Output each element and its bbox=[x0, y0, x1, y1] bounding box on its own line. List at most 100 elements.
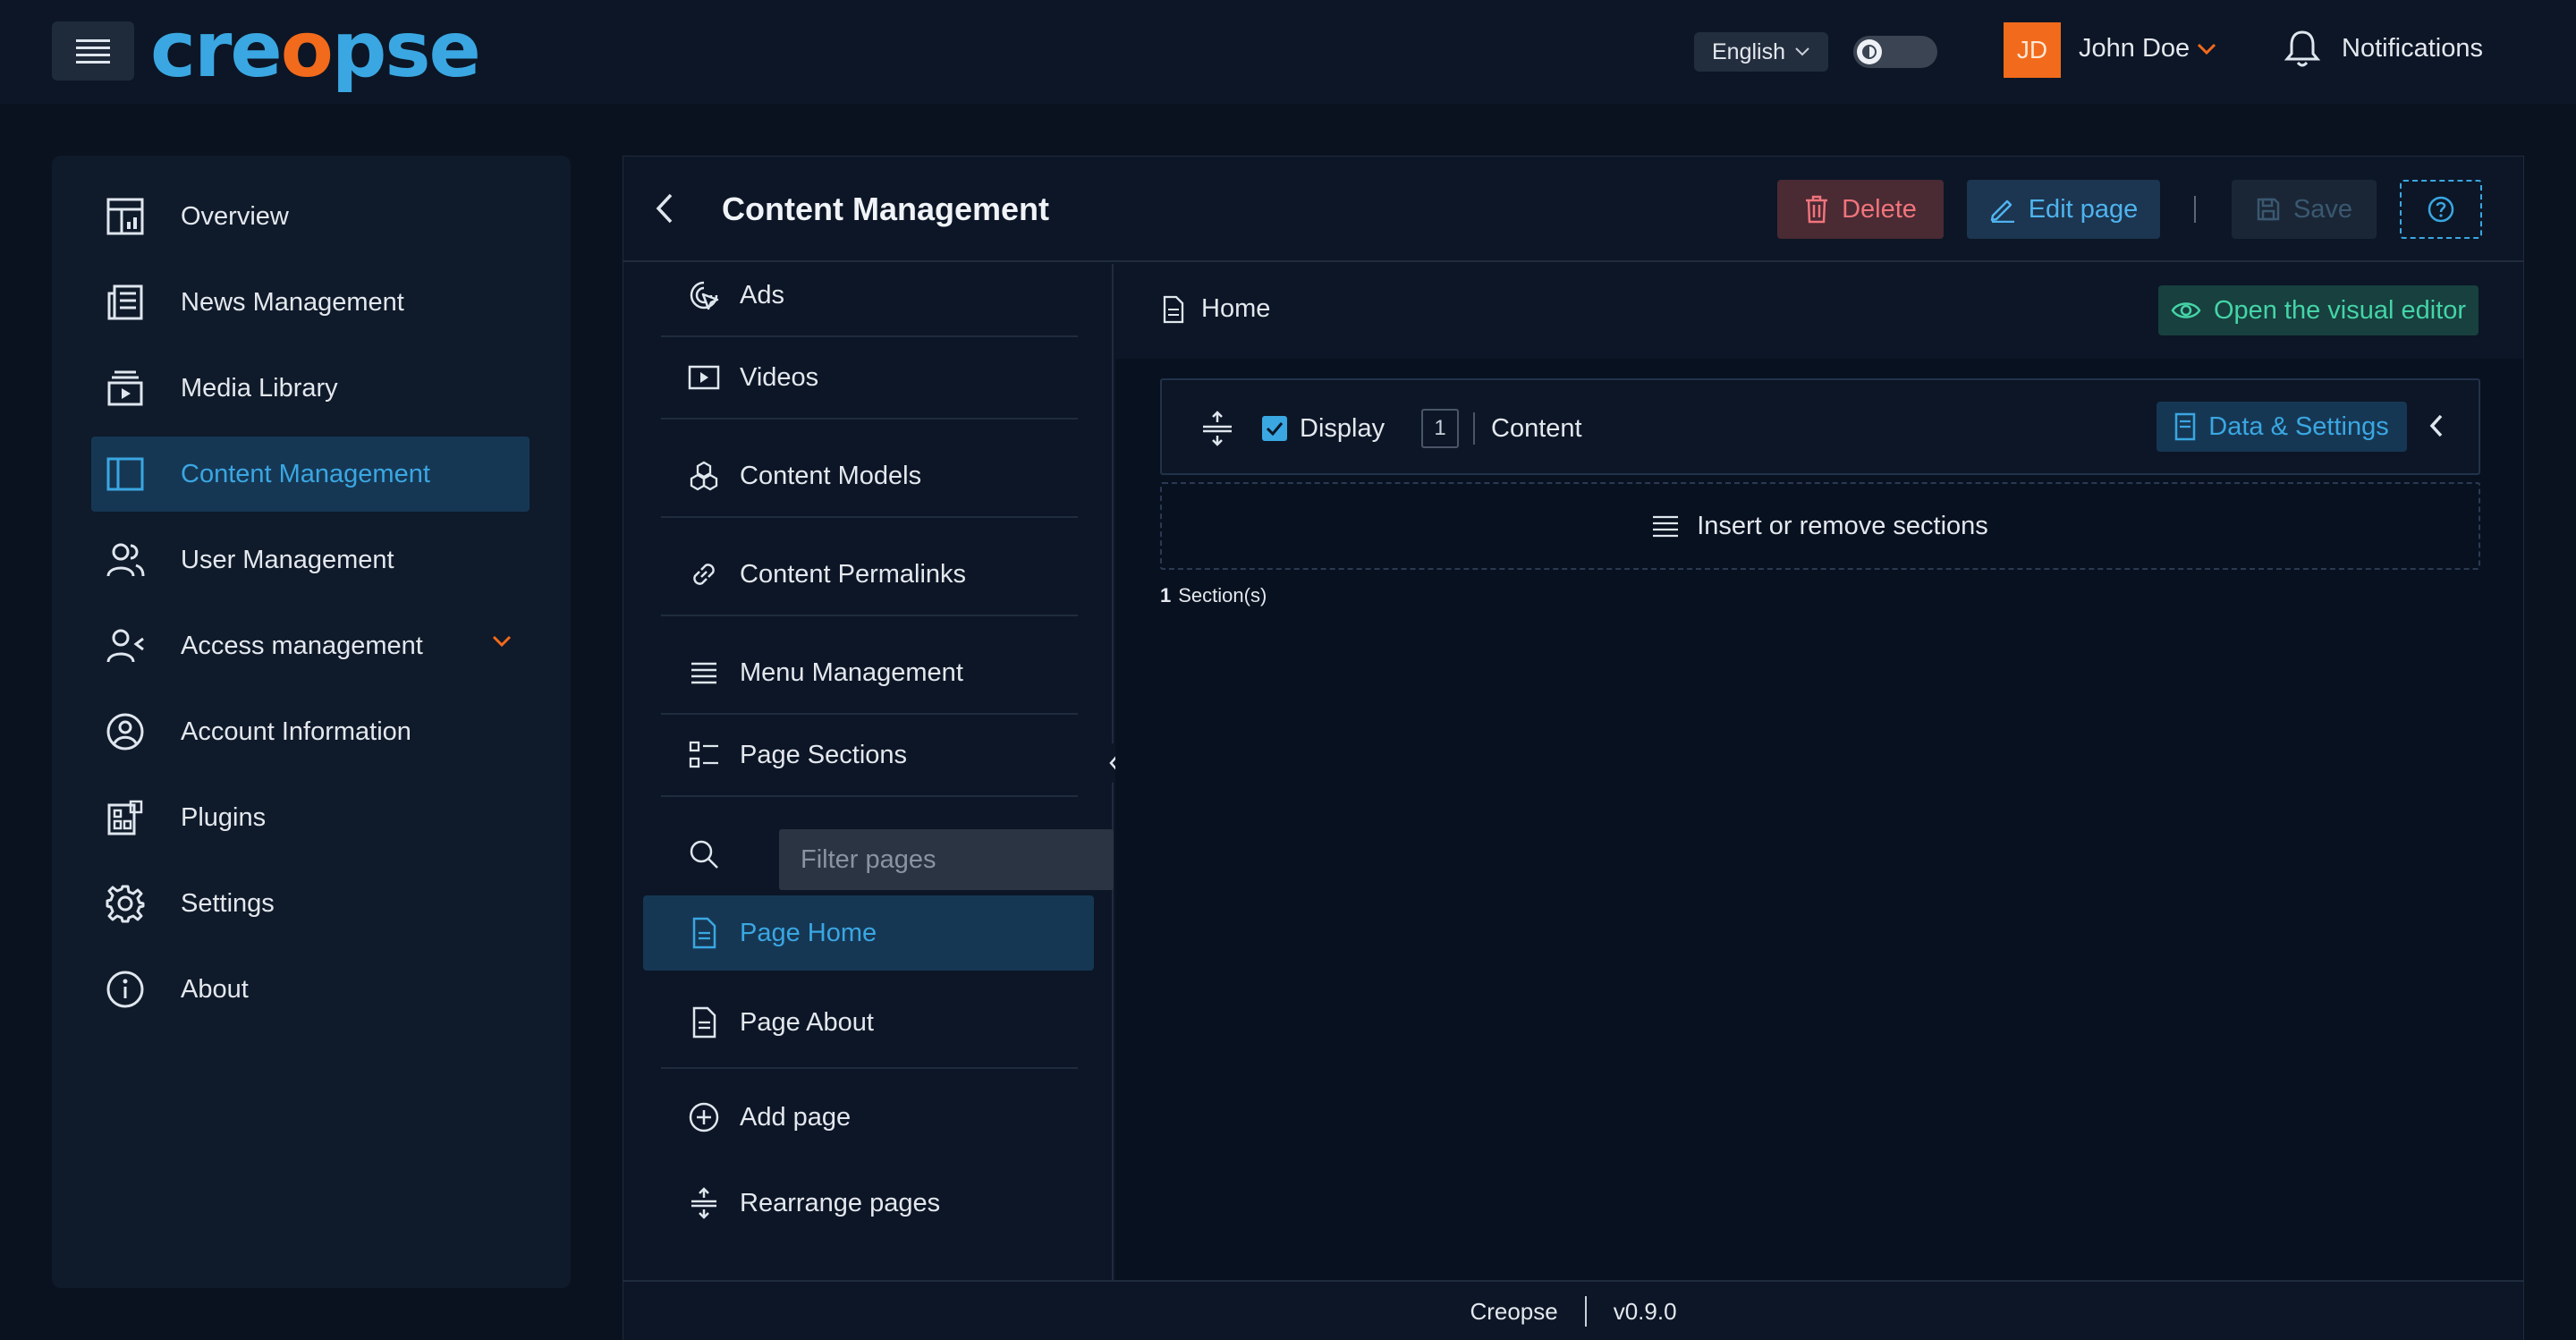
visual-editor-label: Open the visual editor bbox=[2213, 295, 2467, 325]
plus-circle-icon bbox=[686, 1099, 722, 1135]
section-count-suffix: Section(s) bbox=[1178, 584, 1267, 606]
sidebar-item-content[interactable]: Content Management bbox=[91, 437, 530, 512]
edit-page-button[interactable]: Edit page bbox=[1967, 180, 2160, 239]
sidebar-item-overview[interactable]: Overview bbox=[91, 179, 530, 254]
section-count-number: 1 bbox=[1160, 584, 1172, 606]
sidebar-item-about[interactable]: About bbox=[91, 952, 530, 1027]
section-count: 1 Section(s) bbox=[1160, 584, 1267, 607]
ads-icon bbox=[686, 277, 722, 313]
language-select[interactable]: English bbox=[1694, 32, 1828, 72]
drag-handle-icon[interactable] bbox=[1201, 411, 1233, 446]
subnav-item-content-models[interactable]: Content Models bbox=[661, 436, 1078, 518]
notifications-label: Notifications bbox=[2342, 33, 2483, 63]
filter-pages-row bbox=[661, 813, 1114, 895]
subnav-item-menu-management[interactable]: Menu Management bbox=[661, 632, 1078, 715]
page-item-about[interactable]: Page About bbox=[661, 978, 1078, 1069]
footer-divider bbox=[1584, 1296, 1587, 1327]
insert-label: Insert or remove sections bbox=[1697, 511, 1988, 540]
menu-lines-icon bbox=[1653, 515, 1679, 538]
avatar[interactable]: JD bbox=[2004, 22, 2061, 78]
sidebar-item-account[interactable]: Account Information bbox=[91, 694, 530, 769]
media-icon bbox=[104, 367, 147, 410]
plugins-icon bbox=[104, 796, 147, 839]
page-item-home[interactable]: Page Home bbox=[643, 895, 1094, 971]
data-settings-button[interactable]: Data & Settings bbox=[2157, 402, 2407, 452]
subnav-item-videos[interactable]: Videos bbox=[661, 337, 1078, 420]
account-icon bbox=[104, 710, 147, 753]
video-icon bbox=[686, 360, 722, 395]
back-button[interactable] bbox=[647, 189, 682, 228]
theme-toggle[interactable] bbox=[1853, 36, 1937, 68]
section-name: Content bbox=[1491, 414, 1582, 443]
trash-icon bbox=[1806, 195, 1828, 224]
insert-remove-sections-button[interactable]: Insert or remove sections bbox=[1160, 482, 2480, 570]
access-icon bbox=[104, 624, 147, 667]
sidebar-item-settings[interactable]: Settings bbox=[91, 866, 530, 941]
sidebar-item-label: User Management bbox=[181, 545, 394, 574]
moon-icon bbox=[1857, 39, 1882, 64]
subnav-item-permalinks[interactable]: Content Permalinks bbox=[661, 534, 1078, 616]
sidebar-item-label: Plugins bbox=[181, 802, 267, 832]
panel-header: Content Management Delete Edit page Save bbox=[623, 157, 2523, 262]
sidebar-item-label: Access management bbox=[181, 631, 423, 660]
sidebar-item-label: Account Information bbox=[181, 717, 411, 746]
subnav-item-ads[interactable]: Ads bbox=[661, 255, 1078, 337]
sidebar-item-users[interactable]: User Management bbox=[91, 522, 530, 598]
hamburger-menu-button[interactable] bbox=[52, 21, 134, 81]
app-logo[interactable]: creopse bbox=[150, 5, 481, 95]
sidebar-item-plugins[interactable]: Plugins bbox=[91, 780, 530, 855]
file-icon bbox=[686, 915, 722, 951]
rearrange-label: Rearrange pages bbox=[740, 1188, 941, 1217]
section-collapse-button[interactable] bbox=[2428, 412, 2445, 439]
display-label: Display bbox=[1300, 414, 1385, 443]
page-item-label: Page Home bbox=[740, 918, 877, 947]
sidebar-item-news[interactable]: News Management bbox=[91, 265, 530, 340]
file-icon bbox=[686, 1005, 722, 1040]
bell-icon bbox=[2284, 30, 2321, 67]
subnav-item-label: Content Models bbox=[740, 461, 922, 490]
overview-icon bbox=[104, 195, 147, 238]
link-icon bbox=[686, 556, 722, 592]
help-button[interactable] bbox=[2400, 180, 2482, 239]
subnav-item-label: Menu Management bbox=[740, 657, 963, 687]
edit-label: Edit page bbox=[2028, 194, 2139, 224]
open-visual-editor-button[interactable]: Open the visual editor bbox=[2158, 285, 2479, 335]
eye-icon bbox=[2171, 302, 2201, 318]
subnav-item-label: Ads bbox=[740, 280, 784, 310]
subnav-item-label: Videos bbox=[740, 362, 819, 392]
content-icon bbox=[104, 453, 147, 496]
user-name: John Doe bbox=[2079, 34, 2190, 63]
add-page-button[interactable]: Add page bbox=[661, 1076, 1078, 1158]
notifications-button[interactable]: Notifications bbox=[2283, 27, 2483, 70]
header-divider bbox=[2194, 196, 2196, 223]
breadcrumb-bar: Home Open the visual editor bbox=[1115, 264, 2523, 359]
news-icon bbox=[104, 281, 147, 324]
main-sidebar: Overview News Management Media Library C… bbox=[52, 156, 571, 1288]
rearrange-pages-button[interactable]: Rearrange pages bbox=[661, 1162, 1078, 1244]
save-button[interactable]: Save bbox=[2232, 180, 2377, 239]
chevron-left-icon bbox=[656, 193, 673, 224]
save-label: Save bbox=[2292, 194, 2353, 224]
page-item-label: Page About bbox=[740, 1007, 874, 1037]
sidebar-item-media[interactable]: Media Library bbox=[91, 351, 530, 426]
breadcrumb: Home bbox=[1162, 294, 1270, 324]
hamburger-icon bbox=[76, 39, 110, 64]
help-icon bbox=[2428, 196, 2454, 223]
content-management-panel: Content Management Delete Edit page Save… bbox=[623, 156, 2524, 1340]
sidebar-item-access[interactable]: Access management bbox=[91, 608, 530, 683]
delete-button[interactable]: Delete bbox=[1777, 180, 1944, 239]
subnav-item-page-sections[interactable]: Page Sections bbox=[661, 715, 1078, 797]
pencil-icon bbox=[1990, 199, 2014, 223]
sidebar-item-label: Media Library bbox=[181, 373, 338, 403]
chevron-down-icon bbox=[492, 635, 512, 648]
breadcrumb-label: Home bbox=[1201, 294, 1271, 323]
models-icon bbox=[686, 458, 722, 494]
chevron-down-icon bbox=[2198, 43, 2216, 55]
content-subnav: Ads Videos Content Models Content Permal… bbox=[623, 264, 1114, 1280]
display-checkbox[interactable] bbox=[1262, 416, 1287, 441]
language-label: English bbox=[1712, 38, 1785, 64]
filter-pages-input[interactable] bbox=[779, 829, 1114, 890]
gear-icon bbox=[104, 882, 147, 925]
user-menu[interactable]: John Doe bbox=[2079, 34, 2216, 64]
sidebar-item-label: Overview bbox=[181, 201, 289, 231]
